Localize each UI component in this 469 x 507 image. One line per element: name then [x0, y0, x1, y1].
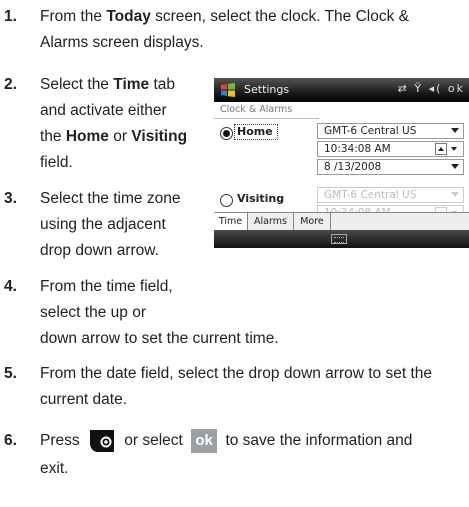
- time-spinner[interactable]: [435, 143, 461, 155]
- down-arrow-icon[interactable]: [449, 143, 461, 155]
- step-number: 3.: [4, 190, 17, 207]
- step-text-line: down arrow to set the current time.: [40, 326, 279, 352]
- tab-alarms[interactable]: Alarms: [248, 213, 294, 231]
- tab-strip-empty: [331, 213, 469, 231]
- step-text: tab: [149, 76, 176, 93]
- step-text: using the adjacent: [40, 216, 166, 233]
- phone-screenshot: Settings ⇄ Ÿ ◂( ok Clock & Alarms Home G…: [214, 78, 469, 248]
- visiting-radio[interactable]: [220, 194, 233, 207]
- step-text: exit.: [40, 460, 69, 477]
- emphasis-text: Home: [65, 128, 109, 145]
- ok-button-icon: ok: [191, 429, 218, 453]
- emphasis-text: Today: [106, 8, 151, 25]
- visiting-timezone-select[interactable]: GMT-6 Central US: [317, 187, 464, 203]
- up-arrow-icon[interactable]: [435, 143, 447, 155]
- step-text: Select the time zone: [40, 190, 181, 207]
- step-text-line: exit.: [40, 456, 68, 482]
- step-text-line: drop down arrow.: [40, 238, 159, 264]
- dropdown-arrow-icon[interactable]: [451, 128, 459, 133]
- step-text-line: select the up or: [40, 300, 146, 326]
- home-time-value: 10:34:08 AM: [324, 143, 391, 155]
- step-text: to save the information and: [221, 432, 413, 450]
- home-timezone-value: GMT-6 Central US: [324, 125, 417, 137]
- step-text: the: [40, 128, 66, 145]
- step-text-line: Alarms screen displays.: [40, 30, 204, 56]
- step-text-line: current date.: [40, 387, 127, 413]
- step-text: From the time field,: [40, 278, 173, 295]
- step-text: screen, select the clock. The Clock &: [150, 8, 409, 25]
- step-text: Select the: [40, 76, 114, 93]
- step-text: Press: [40, 432, 84, 450]
- step-text: Alarms screen displays.: [40, 34, 204, 51]
- step-text-line: From the Today screen, select the clock.…: [40, 4, 409, 30]
- windows-logo-icon: [221, 83, 235, 97]
- step-text-line: Select the Time tab: [40, 72, 175, 98]
- tab-time[interactable]: Time: [214, 213, 248, 231]
- step-text-line: From the date field, select the drop dow…: [40, 361, 432, 387]
- status-icons[interactable]: ⇄ Ÿ ◂( ok: [398, 82, 465, 95]
- title-bar: Settings ⇄ Ÿ ◂( ok: [214, 78, 469, 102]
- window-title: Settings: [244, 83, 290, 96]
- step-text-line: Select the time zone: [40, 186, 180, 212]
- subtitle-text: Clock & Alarms: [220, 104, 293, 115]
- subtitle: Clock & Alarms: [214, 102, 469, 119]
- step-text: select the up or: [40, 304, 146, 321]
- home-time-field[interactable]: 10:34:08 AM: [317, 141, 464, 157]
- step-number: 1.: [4, 8, 17, 25]
- tab-more[interactable]: More: [294, 213, 331, 231]
- step-text: down arrow to set the current time.: [40, 330, 279, 347]
- emphasis-text: Time: [113, 76, 150, 93]
- visiting-label[interactable]: Visiting: [237, 192, 284, 205]
- step-text-line: From the time field,: [40, 274, 173, 300]
- step-text: or: [108, 128, 132, 145]
- emphasis-text: Visiting: [131, 128, 188, 145]
- step-text: field.: [40, 154, 73, 171]
- dropdown-arrow-icon[interactable]: [451, 164, 459, 169]
- step-text: From the date field, select the drop dow…: [40, 365, 433, 382]
- divider: [214, 118, 319, 119]
- tab-strip: Time Alarms More: [214, 212, 469, 231]
- step-text: or select: [119, 432, 188, 450]
- step-text: current date.: [40, 391, 128, 408]
- home-date-value: 8 /13/2008: [324, 161, 382, 173]
- step-text: and activate either: [40, 102, 167, 119]
- step-text-line: Press or select ok to save the informati…: [40, 428, 412, 454]
- step-text: drop down arrow.: [40, 242, 159, 259]
- menu-bar: [214, 230, 469, 248]
- step-number: 4.: [4, 278, 17, 295]
- step-text-line: using the adjacent: [40, 212, 166, 238]
- visiting-timezone-value: GMT-6 Central US: [324, 189, 417, 201]
- home-radio[interactable]: [220, 127, 233, 140]
- step-text-line: field.: [40, 150, 73, 176]
- step-text-line: the Home or Visiting: [40, 124, 187, 150]
- keyboard-icon[interactable]: [331, 234, 347, 244]
- dropdown-arrow-icon[interactable]: [451, 192, 459, 197]
- step-text-line: and activate either: [40, 98, 167, 124]
- home-date-select[interactable]: 8 /13/2008: [317, 159, 464, 175]
- end-key-icon: [89, 430, 114, 452]
- step-text: From the: [40, 8, 107, 25]
- step-number: 2.: [4, 76, 17, 93]
- step-number: 5.: [4, 365, 17, 382]
- home-timezone-select[interactable]: GMT-6 Central US: [317, 123, 464, 139]
- step-number: 6.: [4, 432, 17, 449]
- home-label[interactable]: Home: [237, 125, 273, 138]
